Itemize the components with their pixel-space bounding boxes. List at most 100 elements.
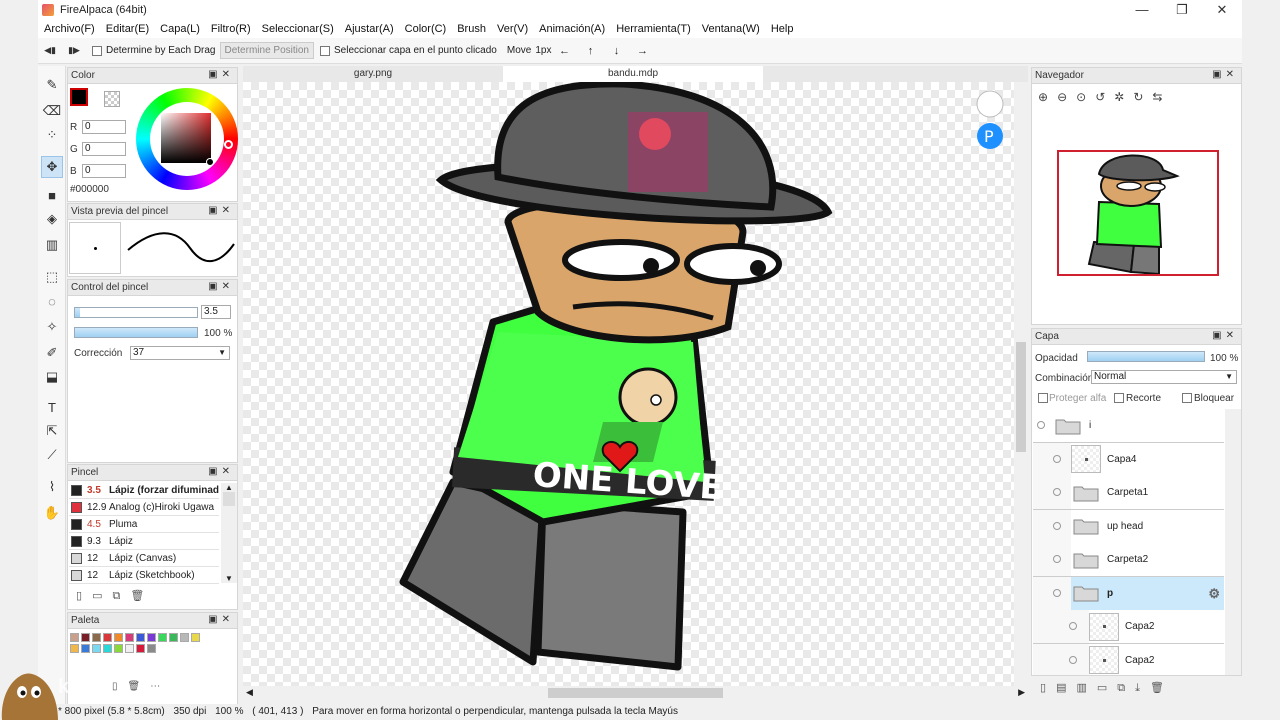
determine-drag-checkbox[interactable] bbox=[92, 45, 102, 56]
menu-filtro[interactable]: Filtro(R) bbox=[211, 23, 251, 35]
transparent-swatch[interactable] bbox=[104, 91, 120, 107]
protect-alpha-checkbox[interactable] bbox=[1038, 393, 1048, 403]
vscroll-thumb[interactable] bbox=[1016, 342, 1026, 452]
palette-swatch[interactable] bbox=[114, 633, 123, 642]
palette-swatch[interactable] bbox=[169, 633, 178, 642]
zoom-out-icon[interactable]: ⊖ bbox=[1057, 90, 1076, 104]
layer-row[interactable]: i bbox=[1033, 409, 1224, 443]
duplicate-layer-icon[interactable]: ⧉ bbox=[1117, 682, 1135, 694]
menu-color[interactable]: Color(C) bbox=[405, 23, 447, 35]
brush-item[interactable]: 12 Lápiz (Canvas) bbox=[69, 551, 219, 567]
select-layer-checkbox[interactable] bbox=[319, 45, 330, 56]
menu-herramienta[interactable]: Herramienta(T) bbox=[616, 23, 691, 35]
close-button[interactable]: ✕ bbox=[1202, 0, 1242, 20]
merge-layer-icon[interactable]: ⤓ bbox=[1135, 682, 1150, 694]
next-icon[interactable]: ▮▶ bbox=[62, 45, 86, 56]
visibility-eye-icon[interactable] bbox=[1069, 655, 1077, 664]
menu-ajustar[interactable]: Ajustar(A) bbox=[345, 23, 394, 35]
flip-icon[interactable]: ⇆ bbox=[1152, 90, 1171, 104]
panel-controls-icon[interactable]: ▣✕ bbox=[208, 69, 234, 80]
arrow-down-icon[interactable]: ↓ bbox=[603, 45, 629, 57]
eraser-tool-icon[interactable]: ⌫ bbox=[41, 100, 63, 122]
palette-swatch[interactable] bbox=[92, 633, 101, 642]
layer-opacity-slider[interactable] bbox=[1087, 351, 1205, 362]
brush-item[interactable]: 12.9 Analog (c)Hiroki Ugawa bbox=[69, 500, 219, 516]
palette-swatch[interactable] bbox=[92, 644, 101, 653]
new-1bit-layer-icon[interactable]: ▥ bbox=[1076, 682, 1096, 694]
palette-swatch[interactable] bbox=[70, 633, 79, 642]
tab-bandu[interactable]: bandu.mdp bbox=[503, 66, 763, 82]
brush-scrollbar[interactable]: ▲ ▼ bbox=[221, 483, 237, 583]
menu-seleccionar[interactable]: Seleccionar(S) bbox=[262, 23, 334, 35]
layer-row[interactable]: Capa2 bbox=[1033, 643, 1224, 675]
layer-scrollbar[interactable] bbox=[1225, 409, 1241, 675]
move-tool-icon[interactable]: ✥ bbox=[41, 156, 63, 178]
panel-controls-icon[interactable]: ▣✕ bbox=[208, 281, 234, 292]
scroll-left-icon[interactable]: ◀ bbox=[246, 687, 253, 698]
brush-item[interactable]: 3.5 Lápiz (forzar difuminado) bbox=[69, 483, 219, 499]
panel-controls-icon[interactable]: ▣✕ bbox=[1212, 69, 1238, 80]
move-step-value[interactable]: 1px bbox=[535, 45, 551, 56]
bucket-tool-icon[interactable]: ◈ bbox=[41, 208, 63, 230]
layer-row[interactable]: Carpeta2 bbox=[1033, 543, 1224, 577]
delete-brush-icon[interactable]: 🗑 bbox=[130, 590, 154, 602]
pen-tool-icon[interactable]: ✎ bbox=[41, 74, 63, 96]
select-pen-tool-icon[interactable]: ✐ bbox=[41, 342, 63, 364]
magic-wand-tool-icon[interactable]: ✧ bbox=[41, 316, 63, 338]
canvas-horizontal-scrollbar[interactable]: ◀ ▶ bbox=[243, 686, 1028, 700]
palette-delete-icon[interactable]: 🗑 bbox=[128, 681, 151, 692]
menu-ver[interactable]: Ver(V) bbox=[497, 23, 528, 35]
text-tool-icon[interactable]: T bbox=[41, 396, 63, 418]
palette-swatch[interactable] bbox=[136, 644, 145, 653]
hand-tool-icon[interactable]: ✋ bbox=[41, 502, 63, 524]
palette-swatch[interactable] bbox=[103, 644, 112, 653]
menu-capa[interactable]: Capa(L) bbox=[160, 23, 200, 35]
visibility-eye-icon[interactable] bbox=[1053, 555, 1061, 563]
scroll-up-icon[interactable]: ▲ bbox=[221, 483, 237, 492]
layer-row[interactable]: Capa2 bbox=[1033, 610, 1224, 644]
maximize-button[interactable]: ❐ bbox=[1162, 0, 1202, 20]
visibility-eye-icon[interactable] bbox=[1053, 588, 1061, 597]
determine-position-button[interactable]: Determine Position bbox=[219, 42, 314, 59]
scroll-right-icon[interactable]: ▶ bbox=[1018, 687, 1025, 698]
gear-icon[interactable]: ⚙ bbox=[1208, 586, 1220, 602]
palette-menu-icon[interactable]: ⋯ bbox=[150, 681, 170, 692]
rotate-left-icon[interactable]: ↺ bbox=[1095, 90, 1114, 104]
visibility-eye-icon[interactable] bbox=[1053, 454, 1061, 463]
brush-scroll-thumb[interactable] bbox=[223, 492, 235, 506]
blend-mode-select[interactable]: Normal ▼ bbox=[1091, 370, 1237, 384]
lock-checkbox[interactable] bbox=[1182, 393, 1192, 403]
brush-item[interactable]: 4.5 Pluma bbox=[69, 517, 219, 533]
layer-row[interactable]: Capa4 bbox=[1033, 442, 1224, 477]
select-rect-tool-icon[interactable]: ⬚ bbox=[41, 266, 63, 288]
arrow-right-icon[interactable]: → bbox=[629, 45, 655, 57]
prev-icon[interactable]: ◀▮ bbox=[38, 45, 62, 56]
new-layer-icon[interactable]: ▯ bbox=[1040, 682, 1056, 694]
visibility-eye-icon[interactable] bbox=[1053, 488, 1061, 496]
layer-row[interactable]: Carpeta1 bbox=[1033, 476, 1224, 510]
panel-controls-icon[interactable]: ▣✕ bbox=[208, 205, 234, 216]
b-input[interactable]: 0 bbox=[82, 164, 126, 178]
new-folder-icon[interactable]: ▭ bbox=[1097, 682, 1117, 694]
gradient-tool-icon[interactable]: ▥ bbox=[41, 234, 63, 256]
menu-editar[interactable]: Editar(E) bbox=[106, 23, 149, 35]
rotate-reset-icon[interactable]: ✲ bbox=[1114, 90, 1133, 104]
menu-help[interactable]: Help bbox=[771, 23, 794, 35]
new-brush-icon[interactable]: ▯ bbox=[76, 590, 92, 602]
menu-archivo[interactable]: Archivo(F) bbox=[44, 23, 95, 35]
palette-swatch[interactable] bbox=[147, 633, 156, 642]
palette-swatch[interactable] bbox=[136, 633, 145, 642]
duplicate-brush-icon[interactable]: ⧉ bbox=[112, 590, 130, 602]
g-input[interactable]: 0 bbox=[82, 142, 126, 156]
drawing-canvas[interactable]: ONE LOVE P bbox=[243, 82, 1028, 686]
fill-rect-tool-icon[interactable]: ■ bbox=[41, 184, 63, 206]
canvas-vertical-scrollbar[interactable] bbox=[1014, 82, 1028, 686]
visibility-eye-icon[interactable] bbox=[1053, 521, 1061, 530]
panel-controls-icon[interactable]: ▣✕ bbox=[1212, 330, 1238, 341]
new-8bit-layer-icon[interactable]: ▤ bbox=[1056, 682, 1076, 694]
visibility-eye-icon[interactable] bbox=[1069, 622, 1077, 630]
visibility-eye-icon[interactable] bbox=[1037, 421, 1045, 429]
brush-opacity-slider[interactable] bbox=[74, 327, 198, 338]
brush-item[interactable]: 12 Lápiz (Sketchbook) bbox=[69, 568, 219, 584]
operation-tool-icon[interactable]: ⇱ bbox=[41, 420, 63, 442]
